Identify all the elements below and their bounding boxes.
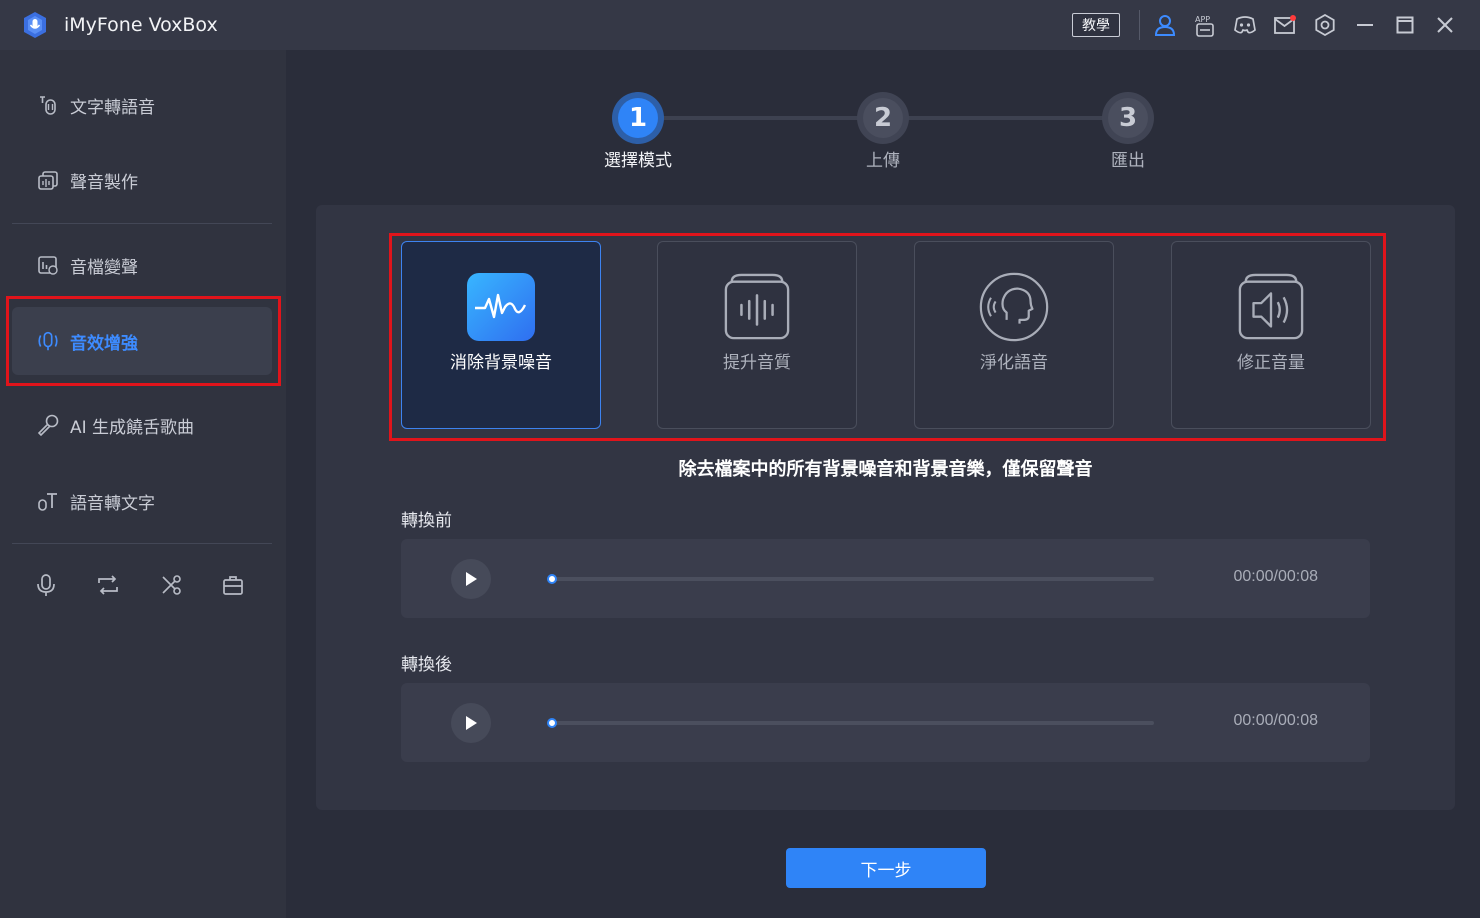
- progress-knob[interactable]: [547, 574, 557, 584]
- audio-player-after: 00:00/00:08: [401, 683, 1370, 762]
- discord-icon[interactable]: [1233, 13, 1257, 37]
- voice-clone-icon: [36, 168, 60, 192]
- titlebar-divider: [1139, 10, 1140, 40]
- minimize-icon[interactable]: [1353, 13, 1377, 37]
- next-step-button[interactable]: 下一步: [786, 848, 986, 888]
- mail-icon[interactable]: [1273, 13, 1297, 37]
- step-connector: [906, 116, 1104, 120]
- sidebar-item-ai-rap[interactable]: AI 生成饒舌歌曲: [12, 391, 272, 459]
- highlight-box-sidebar: [6, 296, 281, 386]
- ai-rap-icon: [36, 413, 60, 437]
- play-button[interactable]: [451, 703, 491, 743]
- sidebar-item-voice-clone[interactable]: 聲音製作: [12, 146, 272, 214]
- sidebar-item-label: 音檔變聲: [70, 257, 138, 278]
- sidebar-item-label: 文字轉語音: [70, 97, 155, 118]
- play-icon: [466, 572, 477, 586]
- before-label: 轉換前: [401, 511, 452, 531]
- convert-icon[interactable]: [95, 572, 121, 598]
- toolbox-icon[interactable]: [220, 572, 246, 598]
- sidebar-item-label: 語音轉文字: [70, 493, 155, 514]
- settings-icon[interactable]: [1313, 13, 1337, 37]
- audio-player-before: 00:00/00:08: [401, 539, 1370, 618]
- speech-to-text-icon: [36, 489, 60, 513]
- title-bar: iMyFone VoxBox 教學 APP: [0, 0, 1480, 50]
- highlight-box-modes: [389, 233, 1386, 441]
- account-icon[interactable]: [1153, 13, 1177, 37]
- record-icon[interactable]: [33, 572, 59, 598]
- step-3-indicator: 3: [1102, 92, 1154, 144]
- after-label: 轉換後: [401, 655, 452, 675]
- progress-track[interactable]: [551, 721, 1154, 725]
- close-icon[interactable]: [1433, 13, 1457, 37]
- mode-description: 除去檔案中的所有背景噪音和背景音樂，僅保留聲音: [678, 459, 1093, 480]
- app-icon[interactable]: APP: [1193, 13, 1217, 37]
- sidebar-item-text-to-speech[interactable]: 文字轉語音: [12, 71, 272, 139]
- cut-icon[interactable]: [159, 572, 185, 598]
- audio-change-icon: [36, 253, 60, 277]
- maximize-icon[interactable]: [1393, 13, 1417, 37]
- time-readout: 00:00/00:08: [1233, 712, 1318, 729]
- app-title: iMyFone VoxBox: [64, 14, 218, 36]
- step-connector: [662, 116, 860, 120]
- step-1-label: 選擇模式: [604, 151, 672, 171]
- app-logo-icon: [20, 10, 50, 40]
- progress-knob[interactable]: [547, 718, 557, 728]
- play-icon: [466, 716, 477, 730]
- progress-track[interactable]: [551, 577, 1154, 581]
- sidebar-item-label: 聲音製作: [70, 172, 138, 193]
- play-button[interactable]: [451, 559, 491, 599]
- sidebar-item-speech-to-text[interactable]: 語音轉文字: [12, 467, 272, 535]
- time-readout: 00:00/00:08: [1233, 568, 1318, 585]
- text-to-speech-icon: [36, 93, 60, 117]
- sidebar-item-audio-change[interactable]: 音檔變聲: [12, 231, 272, 299]
- step-3-label: 匯出: [1111, 151, 1145, 171]
- sidebar-divider: [12, 223, 272, 224]
- svg-text:APP: APP: [1195, 15, 1210, 24]
- sidebar-divider: [12, 543, 272, 544]
- step-2-label: 上傳: [866, 151, 900, 171]
- step-2-indicator: 2: [857, 92, 909, 144]
- step-1-indicator: 1: [612, 92, 664, 144]
- tutorial-button[interactable]: 教學: [1072, 13, 1120, 37]
- sidebar-item-label: AI 生成饒舌歌曲: [70, 417, 195, 438]
